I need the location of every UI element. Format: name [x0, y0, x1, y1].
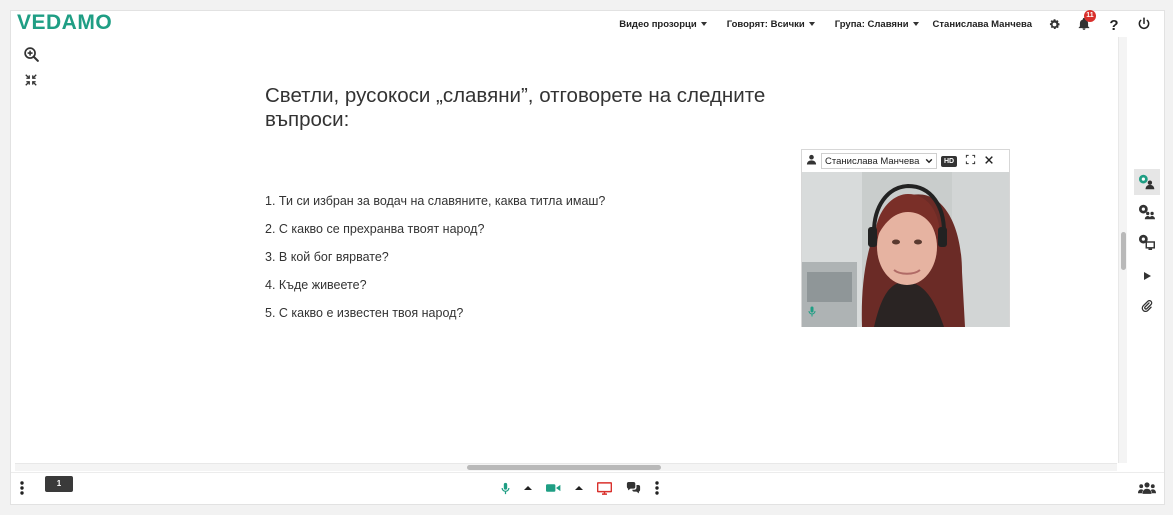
- more-controls-icon[interactable]: [655, 481, 659, 495]
- bottom-toolbar: 1: [11, 472, 1164, 504]
- notification-badge: 11: [1084, 10, 1096, 22]
- vertical-scrollbar[interactable]: [1118, 37, 1127, 463]
- chat-board-icon[interactable]: [1134, 229, 1160, 255]
- mic-icon: [808, 304, 816, 322]
- question-item: 5. С какво е известен твоя народ?: [265, 306, 464, 320]
- zoom-tools: [17, 41, 45, 93]
- caret-down-icon: [700, 22, 707, 26]
- camera-options-arrow-icon[interactable]: [575, 485, 583, 491]
- top-bar: VEDAMO Видео прозорци Говорят: Всички Гр…: [11, 10, 1164, 37]
- more-options-icon[interactable]: [20, 481, 24, 500]
- participant-video-feed: [802, 172, 1009, 327]
- right-sidebar: [1130, 37, 1164, 467]
- participant-name: Станислава Манчева: [825, 155, 920, 167]
- media-controls: [501, 481, 659, 495]
- chat-group-icon[interactable]: [1134, 199, 1160, 225]
- slide-title: Светли, русокоси „славяни”, отговорете н…: [265, 84, 766, 131]
- screen-share-icon[interactable]: [597, 481, 612, 495]
- question-item: 2. С какво се прехранва твоят народ?: [265, 222, 485, 236]
- video-windows-label: Видео прозорци: [619, 18, 697, 30]
- video-window[interactable]: Станислава Манчева HD: [801, 149, 1010, 327]
- caret-down-icon: [912, 22, 919, 26]
- close-icon[interactable]: [984, 152, 994, 170]
- caret-down-icon: [808, 22, 815, 26]
- horizontal-scrollbar[interactable]: [15, 463, 1117, 471]
- settings-gear-icon[interactable]: [1046, 16, 1062, 32]
- question-item: 3. В кой бог вярвате?: [265, 250, 389, 264]
- svg-text:?: ?: [1109, 17, 1118, 32]
- help-icon[interactable]: ?: [1106, 16, 1122, 32]
- chevron-down-icon: [925, 157, 933, 168]
- play-media-icon[interactable]: [1134, 263, 1160, 289]
- mic-options-arrow-icon[interactable]: [524, 485, 532, 491]
- attachment-icon[interactable]: [1134, 293, 1160, 319]
- vedamo-logo: VEDAMO: [17, 11, 113, 34]
- hd-quality-badge[interactable]: HD: [941, 155, 958, 167]
- zoom-in-icon[interactable]: [17, 41, 45, 67]
- current-user-name[interactable]: Станислава Манчева: [933, 19, 1032, 30]
- fit-to-screen-icon[interactable]: [17, 67, 45, 93]
- video-windows-dropdown[interactable]: Видео прозорци: [619, 18, 707, 30]
- top-menu: Видео прозорци Говорят: Всички Група: Сл…: [599, 10, 1152, 37]
- camera-icon[interactable]: [546, 483, 561, 493]
- participant-select[interactable]: Станислава Манчева: [821, 153, 937, 169]
- microphone-icon[interactable]: [501, 482, 510, 495]
- notifications-bell-icon[interactable]: 11: [1076, 10, 1096, 32]
- group-label: Група: Славяни: [834, 18, 909, 30]
- speakers-dropdown[interactable]: Говорят: Всички: [727, 19, 815, 30]
- user-icon: [806, 152, 817, 170]
- question-item: 1. Ти си избран за водач на славяните, к…: [265, 194, 606, 208]
- horizontal-scroll-thumb[interactable]: [467, 465, 661, 470]
- fullscreen-icon[interactable]: [965, 152, 976, 170]
- chat-bubbles-icon[interactable]: [626, 482, 641, 494]
- chat-participant-icon[interactable]: [1134, 169, 1160, 195]
- power-icon[interactable]: [1136, 16, 1152, 32]
- group-dropdown[interactable]: Група: Славяни: [835, 19, 919, 30]
- page-number-tab[interactable]: 1: [45, 476, 73, 492]
- video-header: Станислава Манчева HD: [802, 150, 1009, 172]
- participants-icon[interactable]: [1138, 481, 1156, 499]
- question-item: 4. Къде живеете?: [265, 278, 367, 292]
- question-list: 1. Ти си избран за водач на славяните, к…: [265, 193, 785, 333]
- virtual-classroom: VEDAMO Видео прозорци Говорят: Всички Гр…: [10, 10, 1165, 505]
- vertical-scroll-thumb[interactable]: [1121, 232, 1126, 270]
- speakers-label: Говорят: Всички: [726, 18, 805, 30]
